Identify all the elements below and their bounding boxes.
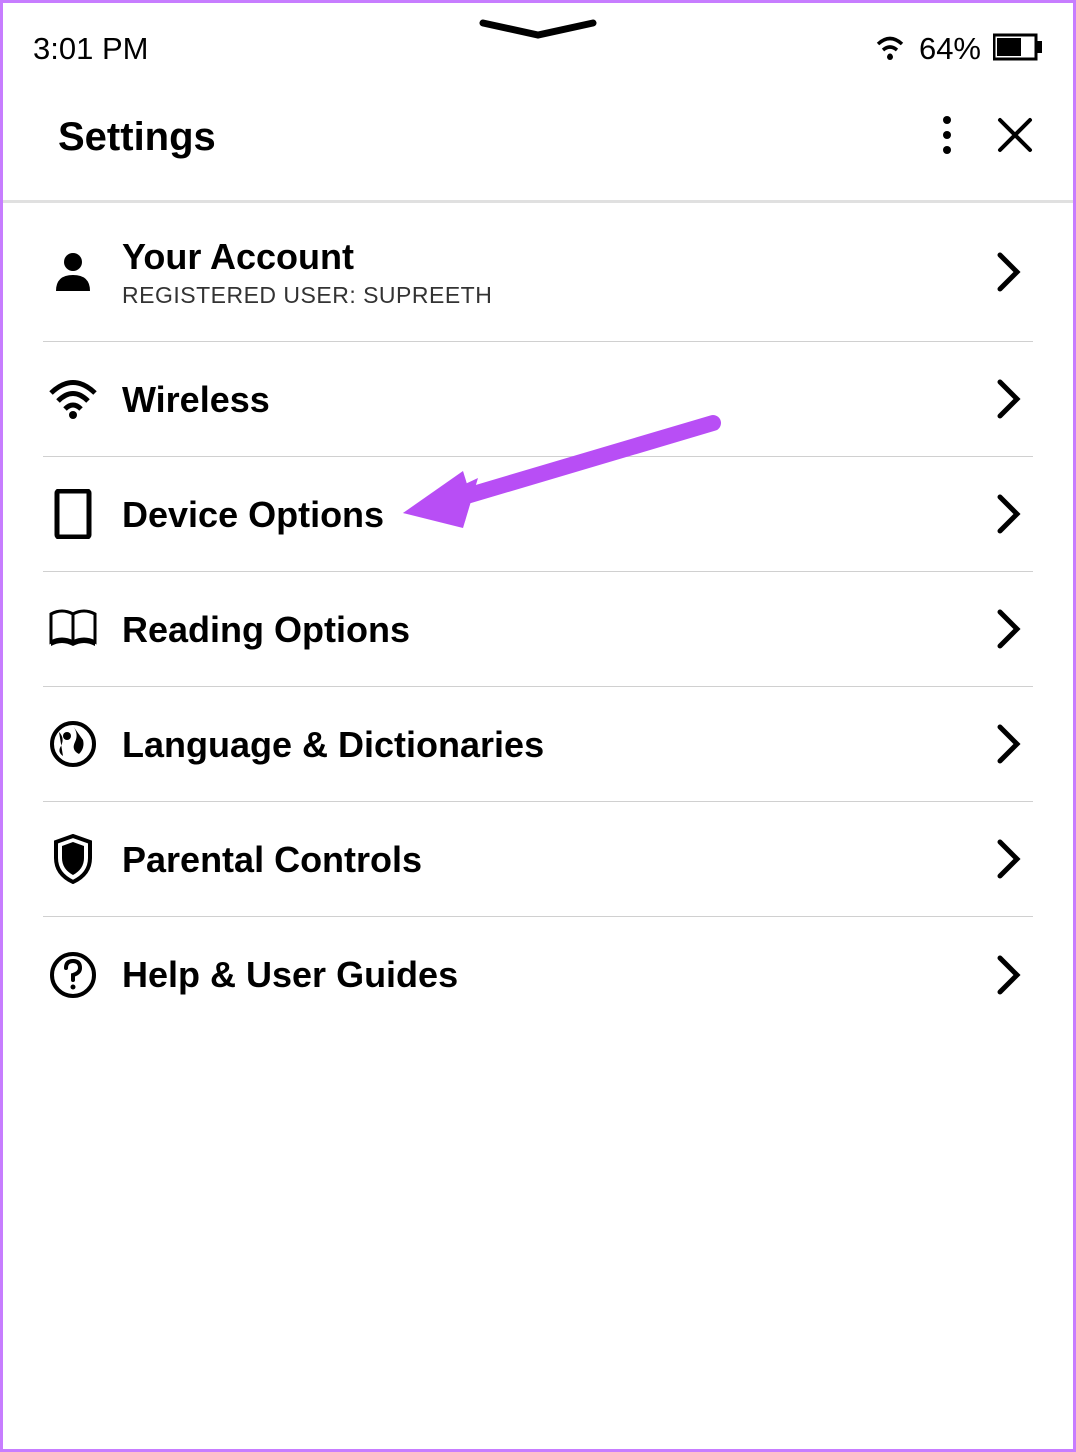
tablet-icon	[48, 489, 98, 539]
more-options-icon[interactable]	[942, 115, 952, 160]
battery-icon	[993, 33, 1043, 66]
chevron-right-icon	[995, 377, 1023, 421]
chevron-right-icon	[995, 953, 1023, 997]
status-time: 3:01 PM	[33, 31, 148, 67]
help-icon	[48, 950, 98, 1000]
book-icon	[48, 604, 98, 654]
pull-down-handle-icon[interactable]	[478, 19, 598, 46]
settings-item-help-user-guides[interactable]: Help & User Guides	[43, 917, 1033, 1032]
battery-percent: 64%	[919, 31, 981, 67]
settings-item-your-account[interactable]: Your Account REGISTERED USER: SUPREETH	[43, 203, 1033, 342]
item-title: Help & User Guides	[122, 953, 995, 996]
item-title: Wireless	[122, 378, 995, 421]
item-title: Reading Options	[122, 608, 995, 651]
item-subtitle: REGISTERED USER: SUPREETH	[122, 282, 995, 309]
item-title: Parental Controls	[122, 838, 995, 881]
settings-item-reading-options[interactable]: Reading Options	[43, 572, 1033, 687]
chevron-right-icon	[995, 722, 1023, 766]
shield-icon	[48, 834, 98, 884]
person-icon	[48, 247, 98, 297]
settings-item-parental-controls[interactable]: Parental Controls	[43, 802, 1033, 917]
settings-header: Settings	[3, 75, 1073, 203]
close-icon[interactable]	[997, 117, 1033, 158]
settings-list: Your Account REGISTERED USER: SUPREETH W…	[3, 203, 1073, 1032]
chevron-right-icon	[995, 492, 1023, 536]
item-title: Device Options	[122, 493, 995, 536]
item-title: Language & Dictionaries	[122, 723, 995, 766]
globe-icon	[48, 719, 98, 769]
wifi-status-icon	[873, 33, 907, 66]
settings-item-language-dictionaries[interactable]: Language & Dictionaries	[43, 687, 1033, 802]
wifi-icon	[48, 374, 98, 424]
settings-item-device-options[interactable]: Device Options	[43, 457, 1033, 572]
chevron-right-icon	[995, 837, 1023, 881]
chevron-right-icon	[995, 607, 1023, 651]
page-title: Settings	[58, 115, 216, 160]
settings-item-wireless[interactable]: Wireless	[43, 342, 1033, 457]
chevron-right-icon	[995, 250, 1023, 294]
status-bar: 3:01 PM 64%	[3, 3, 1073, 75]
item-title: Your Account	[122, 235, 995, 278]
